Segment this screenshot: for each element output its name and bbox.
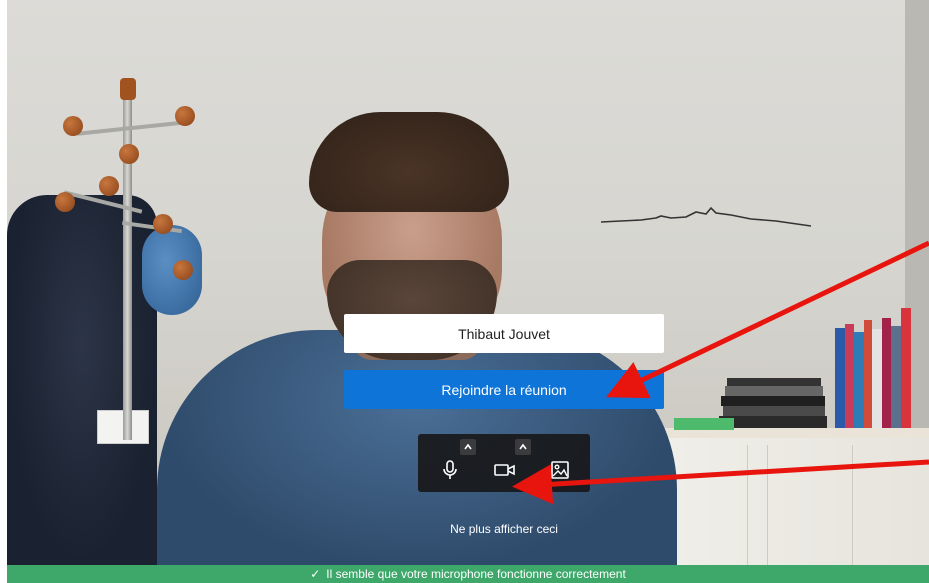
coat-rack-knob [119, 144, 139, 164]
status-bar: ✓ Il semble que votre microphone fonctio… [7, 565, 929, 583]
book-stack [719, 362, 829, 428]
dont-show-again-link[interactable]: Ne plus afficher ceci [400, 522, 608, 536]
green-object [674, 418, 734, 430]
coat-rack-top [120, 78, 136, 100]
cabinet-door-line [767, 445, 768, 565]
skyline-wall-art [601, 206, 811, 227]
coat-rack-knob [175, 106, 195, 126]
cabinet-door-line [852, 445, 853, 565]
video-camera-icon[interactable] [491, 456, 519, 484]
join-meeting-button[interactable]: Rejoindre la réunion [344, 370, 664, 409]
cabinet-door-line [747, 445, 748, 565]
hanging-hat [142, 225, 202, 315]
coat-rack-knob [63, 116, 83, 136]
microphone-icon[interactable] [436, 456, 464, 484]
hanging-jacket [7, 195, 157, 565]
chevron-up-icon[interactable] [460, 439, 476, 455]
bookshelf [827, 300, 927, 428]
image-background-icon[interactable] [546, 456, 574, 484]
person-hair [309, 112, 509, 212]
cabinet [647, 438, 929, 565]
status-message: Il semble que votre microphone fonctionn… [326, 567, 626, 581]
coat-rack-knob [173, 260, 193, 280]
chevron-up-icon[interactable] [515, 439, 531, 455]
display-name-field[interactable]: Thibaut Jouvet [344, 314, 664, 353]
coat-rack-knob [99, 176, 119, 196]
coat-rack-knob [153, 214, 173, 234]
coat-rack-knob [55, 192, 75, 212]
media-toolbar [418, 434, 590, 492]
coat-rack-arm [77, 120, 187, 136]
check-icon: ✓ [310, 567, 321, 581]
coat-rack [123, 80, 132, 440]
